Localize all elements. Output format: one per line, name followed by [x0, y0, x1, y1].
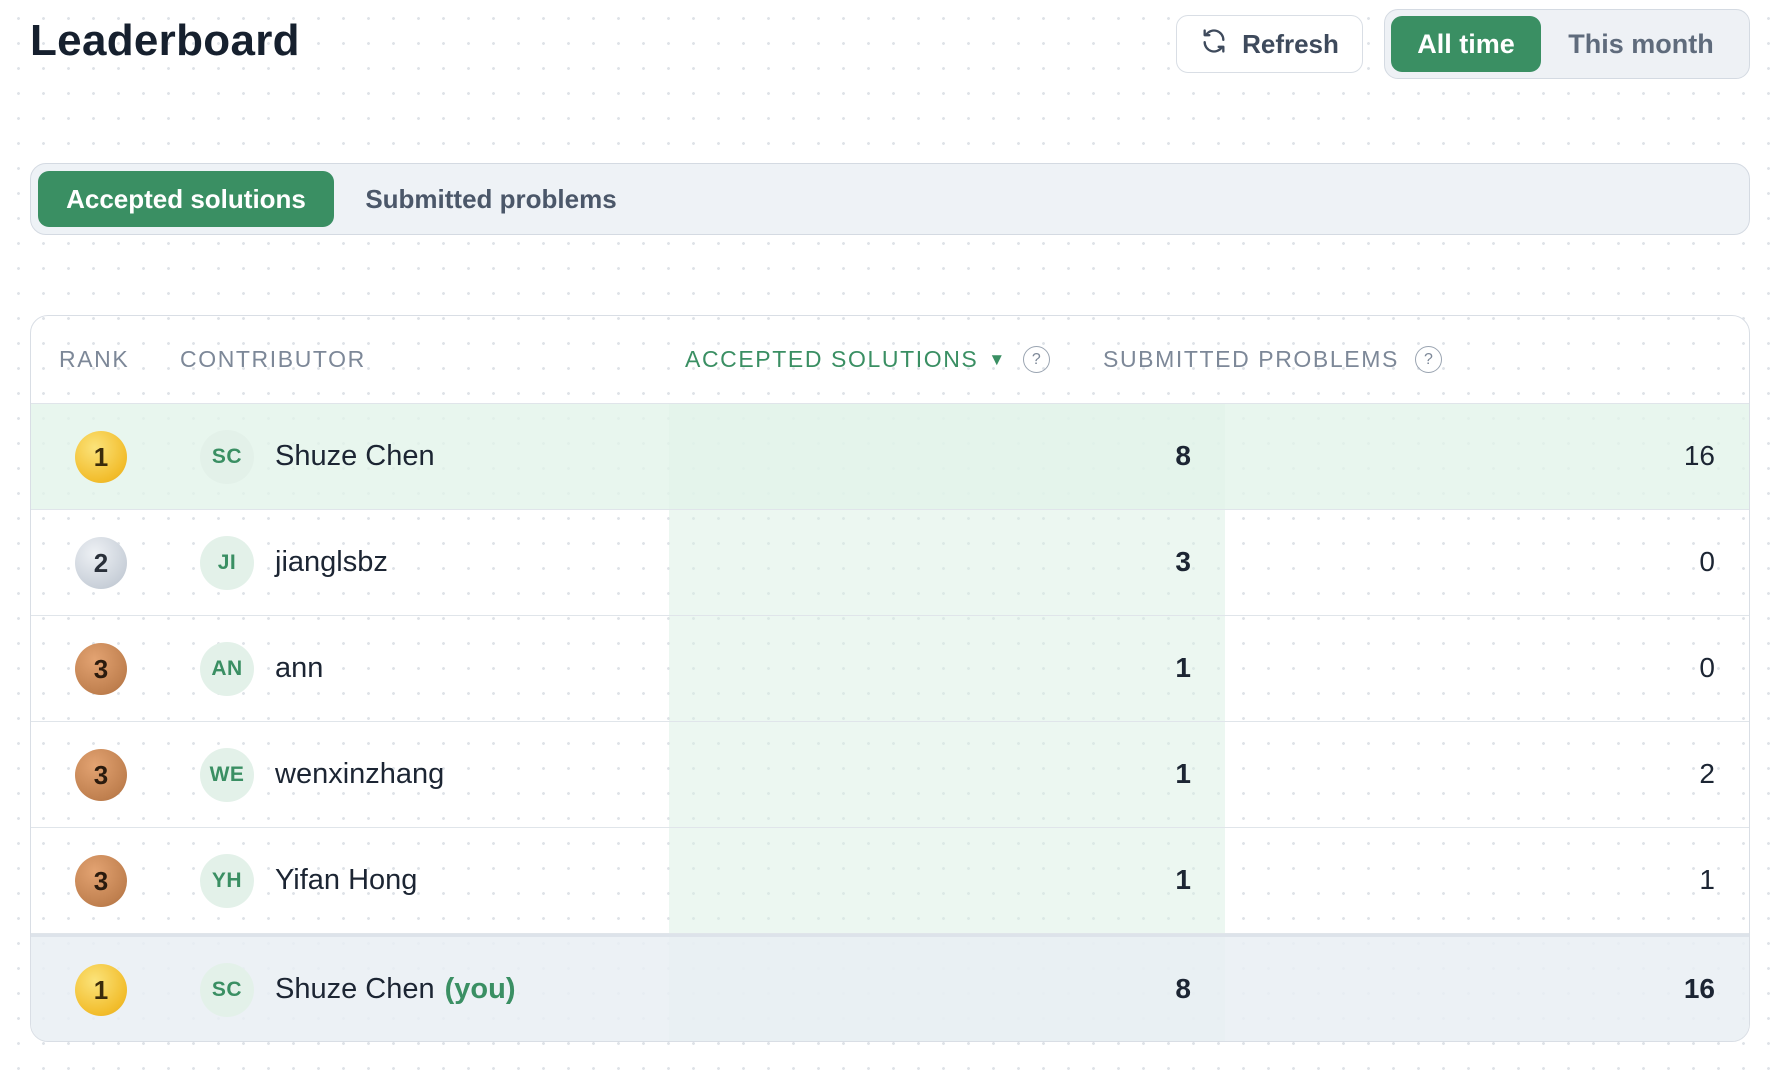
help-icon[interactable]: ?: [1022, 346, 1050, 373]
submitted-problems-count: 0: [1699, 546, 1715, 577]
current-user-row[interactable]: 1 SC Shuze Chen (you) 8 16: [31, 934, 1749, 1041]
range-this-month-button[interactable]: This month: [1541, 16, 1741, 72]
column-header-submitted-problems[interactable]: SUBMITTED PROBLEMS ?: [1103, 346, 1442, 373]
avatar: SC: [200, 963, 254, 1017]
rank-medal-bronze: 3: [75, 855, 127, 907]
page-title: Leaderboard: [30, 16, 300, 65]
current-user-name: Shuze Chen: [275, 973, 435, 1005]
column-header-rank: RANK: [59, 346, 130, 372]
contributor-name[interactable]: wenxinzhang: [275, 758, 444, 791]
accepted-solutions-count: 1: [1175, 864, 1191, 895]
contributor-name[interactable]: jianglsbz: [275, 546, 388, 579]
rank-medal-bronze: 3: [75, 749, 127, 801]
tab-accepted-solutions[interactable]: Accepted solutions: [38, 171, 334, 227]
refresh-label: Refresh: [1242, 28, 1339, 59]
contributor-name[interactable]: ann: [275, 652, 323, 685]
contributor-name[interactable]: Shuze Chen: [275, 440, 435, 473]
submitted-problems-count: 1: [1699, 864, 1715, 895]
tab-submitted-problems[interactable]: Submitted problems: [334, 171, 648, 227]
avatar: SC: [200, 430, 254, 484]
leaderboard-table: RANK CONTRIBUTOR ACCEPTED SOLUTIONS ▼ ? …: [30, 315, 1750, 1042]
refresh-icon: [1200, 27, 1228, 62]
you-label: (you): [444, 973, 516, 1005]
range-all-time-button[interactable]: All time: [1391, 16, 1541, 72]
table-header: RANK CONTRIBUTOR ACCEPTED SOLUTIONS ▼ ? …: [31, 316, 1749, 404]
rank-medal-silver: 2: [75, 537, 127, 589]
accepted-solutions-count: 8: [1175, 440, 1191, 471]
column-header-accepted-solutions[interactable]: ACCEPTED SOLUTIONS ▼ ?: [685, 346, 1050, 373]
submitted-problems-count: 0: [1699, 652, 1715, 683]
table-row[interactable]: 2 JI jianglsbz 3 0: [31, 510, 1749, 616]
avatar: AN: [200, 642, 254, 696]
contributor-name[interactable]: Shuze Chen (you): [275, 973, 516, 1006]
rank-medal-bronze: 3: [75, 643, 127, 695]
leaderboard-page: Leaderboard Refresh All time This month …: [0, 0, 1788, 1076]
contributor-name[interactable]: Yifan Hong: [275, 864, 417, 897]
sort-descending-icon: ▼: [988, 349, 1007, 369]
avatar: JI: [200, 536, 254, 590]
table-row[interactable]: 3 WE wenxinzhang 1 2: [31, 722, 1749, 828]
help-icon[interactable]: ?: [1414, 346, 1442, 373]
metric-tabs: Accepted solutions Submitted problems: [30, 163, 1750, 235]
accepted-solutions-count: 1: [1175, 652, 1191, 683]
rank-medal-gold: 1: [75, 964, 127, 1016]
table-row[interactable]: 1 SC Shuze Chen 8 16: [31, 404, 1749, 510]
submitted-problems-count: 16: [1683, 973, 1715, 1004]
rank-medal-gold: 1: [75, 431, 127, 483]
submitted-problems-count: 2: [1699, 758, 1715, 789]
column-header-contributor: CONTRIBUTOR: [180, 346, 366, 372]
accepted-solutions-count: 3: [1175, 546, 1191, 577]
avatar: WE: [200, 748, 254, 802]
accepted-solutions-count: 1: [1175, 758, 1191, 789]
time-range-toggle: All time This month: [1384, 9, 1750, 79]
accepted-solutions-count: 8: [1175, 973, 1191, 1004]
refresh-button[interactable]: Refresh: [1176, 15, 1363, 73]
table-row[interactable]: 3 AN ann 1 0: [31, 616, 1749, 722]
avatar: YH: [200, 854, 254, 908]
table-row[interactable]: 3 YH Yifan Hong 1 1: [31, 828, 1749, 934]
submitted-problems-count: 16: [1683, 440, 1715, 471]
